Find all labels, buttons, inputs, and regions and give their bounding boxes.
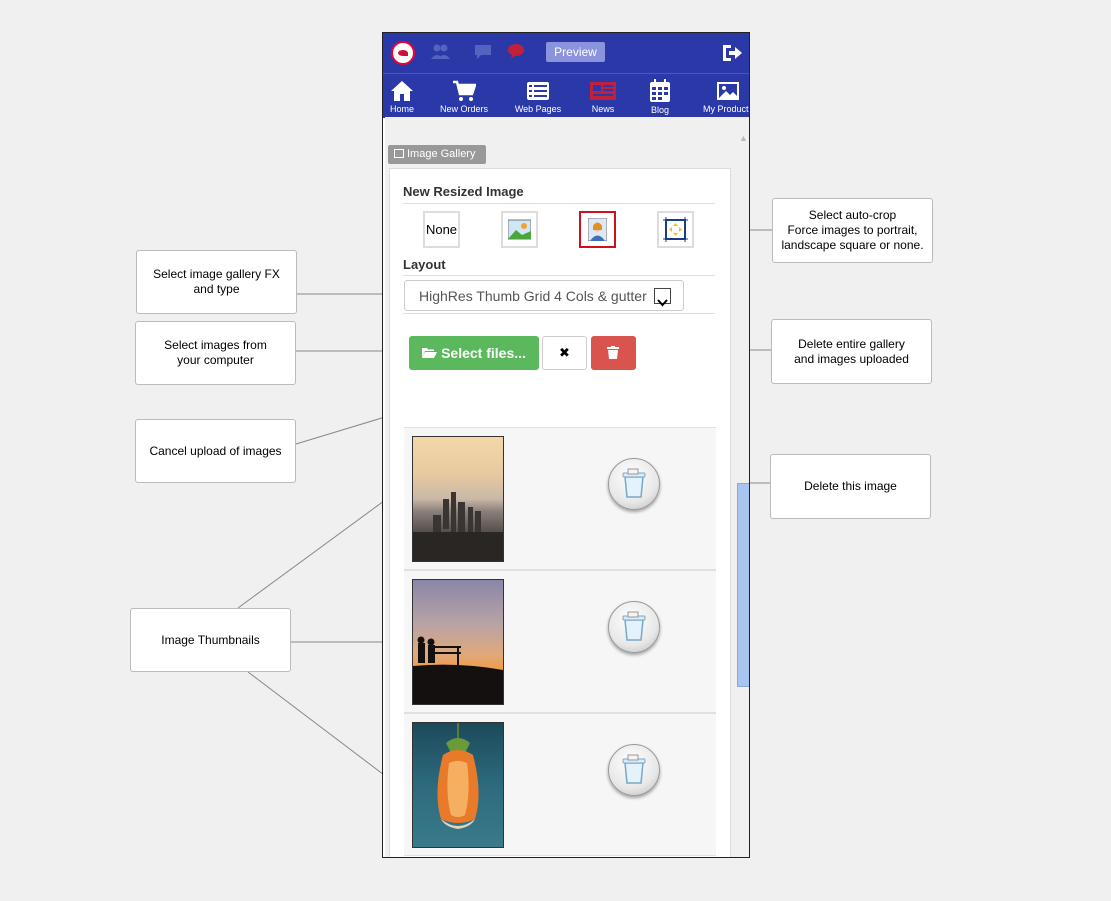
callout-gallery-fx: Select image gallery FX and type [136,250,297,314]
delete-image-button[interactable] [608,744,660,796]
trash-can-icon [622,754,646,784]
callout-delete-image: Delete this image [770,454,931,519]
delete-image-button[interactable] [608,458,660,510]
app-logo[interactable] [391,41,415,65]
nav-bar: Home New Orders Web Pages News Blog My P… [383,73,750,118]
nav-web-pages[interactable]: Web Pages [508,74,568,118]
home-icon [391,81,413,101]
divider [403,203,715,204]
scroll-up-icon[interactable]: ▲ [739,133,748,143]
trash-can-icon [622,468,646,498]
nav-news-label: News [591,104,615,114]
cart-icon [453,80,476,101]
gallery-card: New Resized Image None Layout HighRes Th… [389,168,731,857]
layout-select[interactable]: HighRes Thumb Grid 4 Cols & gutter [404,280,684,311]
image-thumbnail[interactable] [412,436,504,562]
nav-blog[interactable]: Blog [630,74,690,118]
callout-delete-gallery: Delete entire gallery and images uploade… [771,319,932,384]
delete-gallery-button[interactable] [591,336,636,370]
crop-square-option[interactable] [657,211,694,248]
top-bar: Preview [383,33,749,73]
callout-select-images: Select images from your computer [135,321,296,385]
nav-new-orders-label: New Orders [439,104,488,114]
scrollbar-thumb[interactable] [737,483,749,687]
layout-select-value: HighRes Thumb Grid 4 Cols & gutter [419,288,647,304]
image-gallery-tag: Image Gallery [388,145,486,164]
select-files-button[interactable]: Select files... [409,336,539,370]
nav-blog-label: Blog [650,105,669,115]
callout-autocrop: Select auto-crop Force images to portrai… [772,198,933,263]
nav-my-products-label: My Products [702,104,750,114]
content-area: Image Gallery ▲ New Resized Image None L… [385,117,749,857]
users-icon[interactable] [430,43,450,59]
callout-cancel-upload: Cancel upload of images [135,419,296,483]
film-icon [394,149,404,158]
close-icon: ✖ [559,345,570,360]
nav-news[interactable]: News [573,74,633,118]
nav-home[interactable]: Home [383,74,432,118]
callout-thumbnails: Image Thumbnails [130,608,291,672]
image-row [404,570,716,713]
divider [403,313,715,314]
nav-home-label: Home [389,104,414,114]
picture-icon [717,82,739,100]
delete-image-button[interactable] [608,601,660,653]
nav-my-products[interactable]: My Products [697,74,750,118]
folder-open-icon [422,348,438,358]
newspaper-icon [590,82,616,100]
list-icon [527,82,549,100]
image-thumbnail[interactable] [412,722,504,848]
image-thumbnail[interactable] [412,579,504,705]
divider [403,275,715,276]
landscape-icon [507,219,532,240]
logout-icon[interactable] [721,43,743,63]
comment-icon[interactable] [473,43,493,59]
preview-button[interactable]: Preview [546,42,605,62]
resize-heading: New Resized Image [403,184,524,199]
select-files-label: Select files... [441,345,526,361]
nav-web-pages-label: Web Pages [514,104,562,114]
crop-landscape-option[interactable] [501,211,538,248]
chat-icon[interactable] [506,43,526,59]
layout-heading: Layout [403,257,446,272]
calendar-icon [650,79,670,102]
image-gallery-tag-label: Image Gallery [407,148,476,160]
cancel-upload-button[interactable]: ✖ [542,336,587,370]
trash-can-icon [622,611,646,641]
crop-portrait-option[interactable] [579,211,616,248]
portrait-icon [587,217,608,242]
crop-square-icon [663,217,688,242]
nav-new-orders[interactable]: New Orders [434,74,494,118]
trash-icon [607,346,619,359]
phone-frame: Preview Home New Orders Web Pages News B… [382,32,750,858]
image-row [404,427,716,570]
image-row [404,713,716,856]
chevron-down-icon[interactable] [654,288,671,307]
crop-none-option[interactable]: None [423,211,460,248]
